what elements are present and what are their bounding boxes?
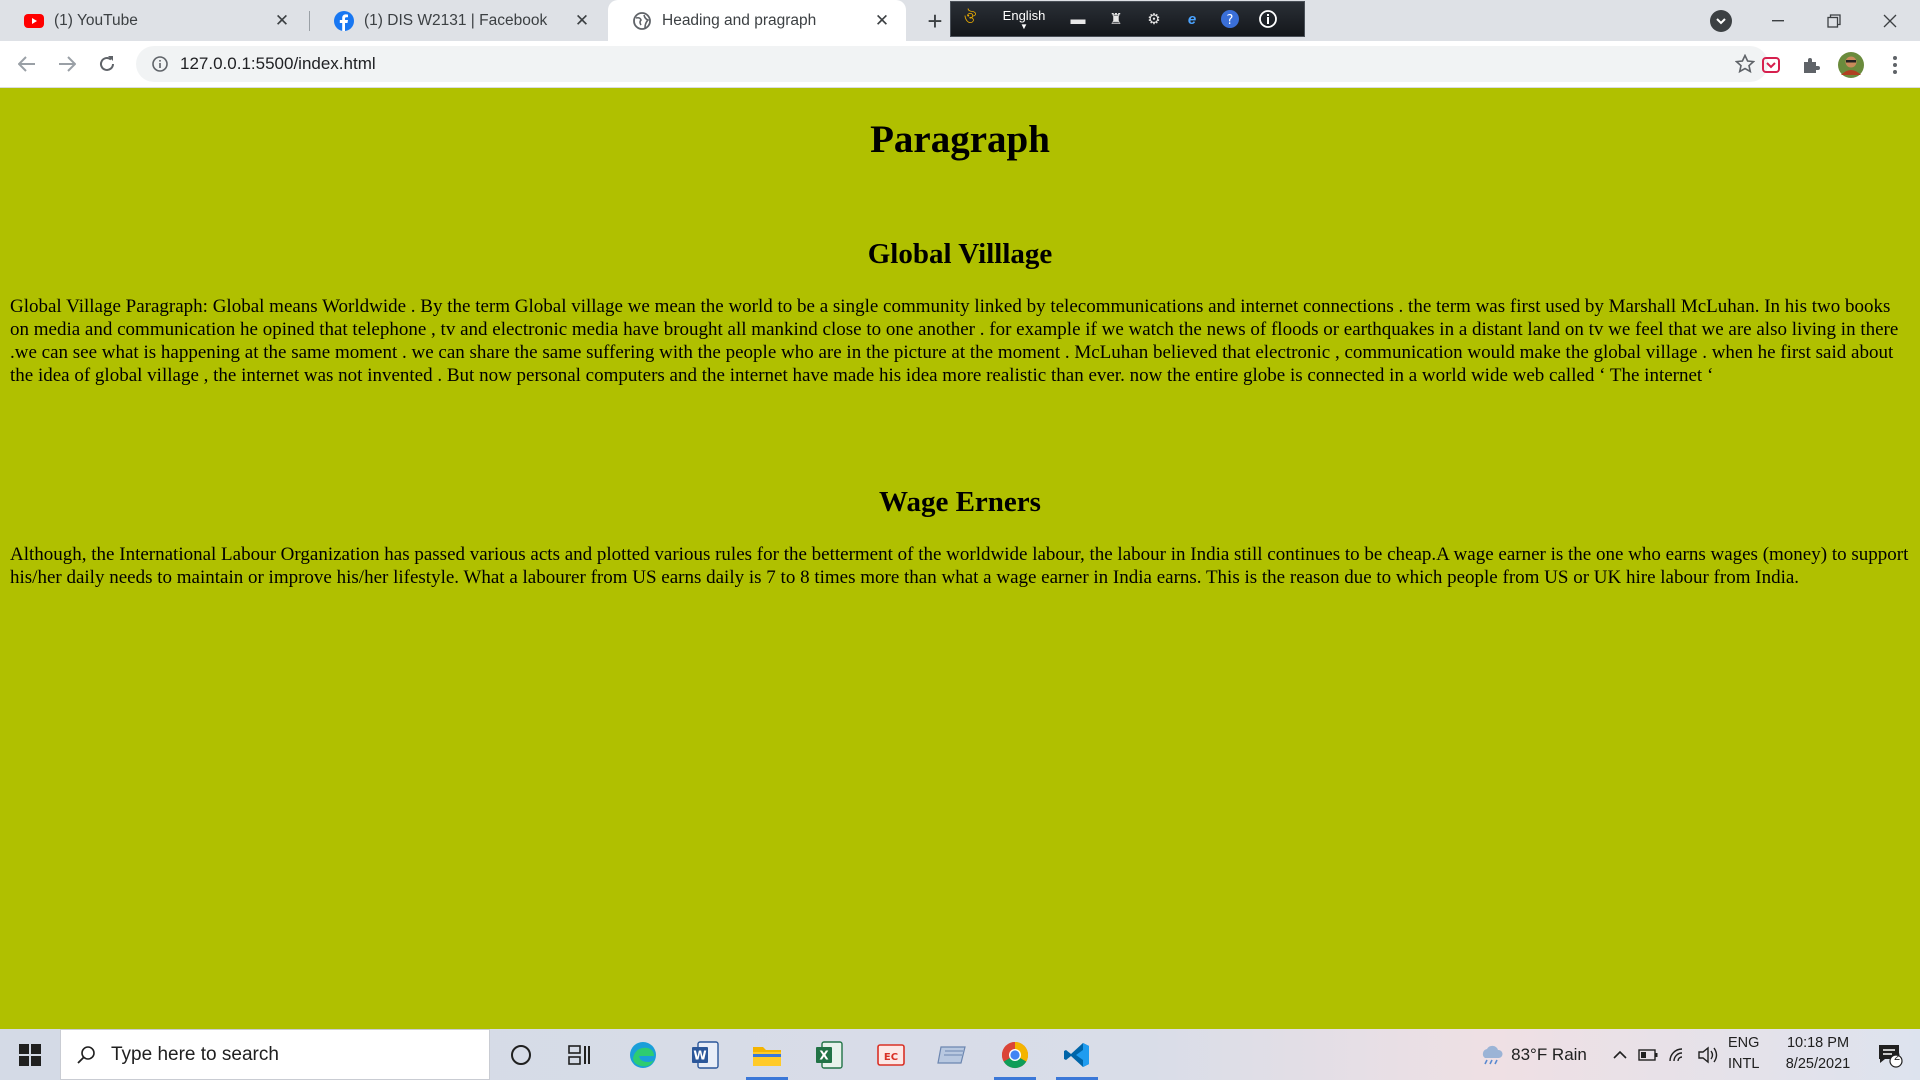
forward-button[interactable] — [52, 49, 82, 79]
cortana-icon[interactable] — [490, 1029, 552, 1080]
address-bar[interactable]: 127.0.0.1:5500/index.html — [136, 46, 1768, 82]
keyboard-icon[interactable]: ▬ — [1059, 4, 1097, 34]
page-viewport: Paragraph Global Villlage Global Village… — [0, 88, 1920, 1029]
tab-title: (1) YouTube — [54, 11, 138, 29]
new-tab-button[interactable]: + — [922, 6, 948, 36]
battery-icon[interactable] — [1634, 1029, 1662, 1080]
chrome-icon[interactable] — [984, 1029, 1046, 1080]
volume-icon[interactable] — [1694, 1029, 1722, 1080]
system-clock[interactable]: 10:18 PM 8/25/2021 — [1772, 1033, 1864, 1075]
svg-text:X: X — [819, 1048, 829, 1062]
page-content: Paragraph Global Villlage Global Village… — [0, 117, 1920, 589]
language-code: ENG — [1728, 1035, 1760, 1051]
clock-date: 8/25/2021 — [1785, 1056, 1851, 1072]
help-icon[interactable]: ? — [1211, 4, 1249, 34]
taskbar-search-box[interactable]: Type here to search — [60, 1029, 490, 1080]
chrome-menu-icon[interactable] — [1880, 50, 1910, 80]
notification-count-badge: 2 — [1893, 1051, 1901, 1063]
pdf-reader-icon[interactable]: EC — [860, 1029, 922, 1080]
weather-text: 83°F Rain — [1511, 1044, 1587, 1064]
close-tab-icon[interactable]: ✕ — [572, 11, 592, 31]
word-icon[interactable]: W — [674, 1029, 736, 1080]
minimize-button[interactable] — [1750, 0, 1806, 41]
browser-toolbar: 127.0.0.1:5500/index.html — [0, 41, 1920, 88]
task-view-icon[interactable] — [548, 1029, 610, 1080]
profile-avatar[interactable] — [1836, 50, 1866, 80]
language-bar-logo-icon[interactable]: ঔ — [951, 4, 989, 34]
section-heading-global-village: Global Villlage — [867, 238, 1053, 270]
extensions-puzzle-icon[interactable] — [1796, 50, 1826, 80]
svg-text:EC: EC — [884, 1052, 898, 1063]
search-icon — [61, 1045, 111, 1065]
files-app-icon[interactable] — [922, 1029, 984, 1080]
restore-button[interactable] — [1806, 0, 1862, 41]
youtube-icon — [24, 11, 44, 31]
svg-text:?: ? — [1227, 13, 1234, 28]
wifi-icon[interactable] — [1664, 1029, 1692, 1080]
tab-title: (1) DIS W2131 | Facebook — [364, 11, 548, 29]
facebook-icon — [334, 10, 354, 31]
section-paragraph-global-village: Global Village Paragraph: Global means W… — [10, 296, 1899, 386]
input-language-indicator[interactable]: ENG INTL — [1728, 1033, 1759, 1075]
notification-center-button[interactable]: 2 — [1868, 1029, 1912, 1080]
close-window-button[interactable] — [1862, 0, 1918, 41]
close-tab-icon[interactable]: ✕ — [872, 11, 892, 31]
gear-icon[interactable]: ⚙ — [1135, 4, 1173, 34]
section-heading-wage-earners: Wage Erners — [879, 486, 1041, 518]
edge-icon[interactable] — [612, 1029, 674, 1080]
globe-icon — [632, 11, 652, 31]
browser-e-icon[interactable]: e — [1173, 4, 1211, 34]
keyboard-layout: INTL — [1728, 1056, 1760, 1072]
tools-icon[interactable]: ♜ — [1097, 4, 1135, 34]
weather-widget[interactable]: 83°F Rain — [1470, 1029, 1596, 1080]
site-info-icon[interactable] — [140, 56, 180, 72]
search-placeholder: Type here to search — [111, 1043, 279, 1065]
rain-cloud-icon — [1482, 1045, 1503, 1064]
vscode-icon[interactable] — [1046, 1029, 1108, 1080]
reload-button[interactable] — [92, 49, 122, 79]
section-paragraph-wage-earners: Although, the International Labour Organ… — [10, 544, 1909, 588]
bookmark-star-icon[interactable] — [1734, 53, 1756, 75]
language-label: English — [1002, 7, 1046, 23]
tab-title: Heading and pragraph — [662, 11, 817, 29]
info-icon[interactable] — [1249, 4, 1287, 34]
pocket-extension-icon[interactable] — [1756, 50, 1786, 80]
svg-text:W: W — [693, 1048, 706, 1062]
tab-facebook[interactable]: (1) DIS W2131 | Facebook ✕ — [310, 0, 606, 41]
close-tab-icon[interactable]: ✕ — [272, 11, 292, 31]
page-title: Paragraph — [870, 118, 1050, 161]
start-button[interactable] — [0, 1029, 60, 1080]
tab-heading-and-pragraph[interactable]: Heading and pragraph ✕ — [608, 0, 906, 41]
file-explorer-icon[interactable] — [736, 1029, 798, 1080]
clock-time: 10:18 PM — [1786, 1035, 1850, 1051]
url-text: 127.0.0.1:5500/index.html — [180, 54, 376, 73]
language-selector[interactable]: English ▼ — [989, 4, 1059, 34]
chevron-down-icon: ▼ — [1020, 21, 1028, 31]
tab-youtube[interactable]: (1) YouTube ✕ — [0, 0, 306, 41]
excel-icon[interactable]: X — [798, 1029, 860, 1080]
show-hidden-icons-chevron-icon[interactable] — [1608, 1029, 1632, 1080]
back-button[interactable] — [12, 49, 42, 79]
tab-strip: (1) YouTube ✕ (1) DIS W2131 | Facebook ✕… — [0, 0, 1920, 41]
windows-taskbar: Type here to search W X EC 83°F Rain ENG… — [0, 1029, 1920, 1080]
language-bar: ঔ English ▼ ▬ ♜ ⚙ e ? — [950, 1, 1305, 37]
tab-search-button[interactable] — [1710, 10, 1732, 32]
